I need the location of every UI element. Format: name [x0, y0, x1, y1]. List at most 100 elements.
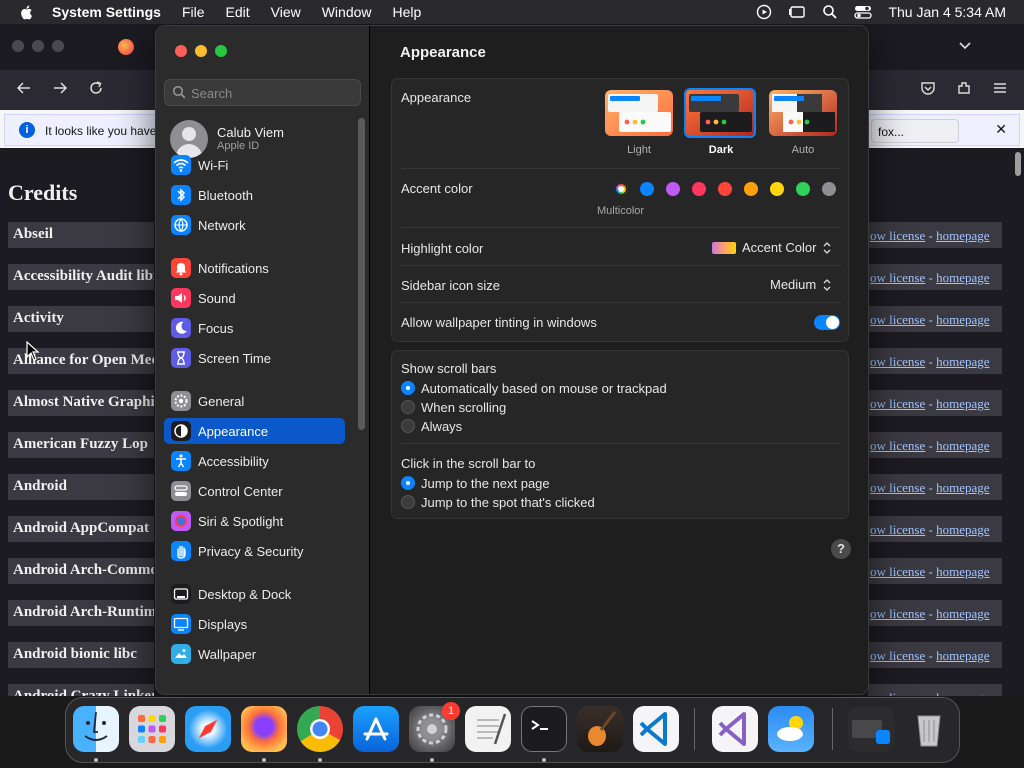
dock-app-store-icon[interactable] — [353, 706, 399, 752]
show-license-link[interactable]: ow license — [870, 690, 925, 696]
reload-icon[interactable] — [88, 80, 104, 96]
page-scrollbar[interactable] — [1015, 152, 1021, 176]
zoom-window-button[interactable] — [215, 45, 227, 57]
homepage-link[interactable]: homepage — [936, 270, 989, 285]
sidebar-scrollbar[interactable] — [358, 118, 365, 430]
scroll-bars-always-radio[interactable] — [401, 419, 415, 433]
homepage-link[interactable]: homepage — [936, 690, 989, 696]
back-icon[interactable] — [16, 80, 32, 96]
homepage-link[interactable]: homepage — [936, 480, 989, 495]
show-license-link[interactable]: ow license — [870, 228, 925, 243]
sidebar-item-bluetooth[interactable]: Bluetooth — [164, 182, 345, 208]
show-license-link[interactable]: ow license — [870, 396, 925, 411]
homepage-link[interactable]: homepage — [936, 228, 989, 243]
homepage-link[interactable]: homepage — [936, 354, 989, 369]
dock-downloads-stack-icon[interactable] — [848, 706, 894, 752]
homepage-link[interactable]: homepage — [936, 522, 989, 537]
show-license-link[interactable]: ow license — [870, 522, 925, 537]
homepage-link[interactable]: homepage — [936, 396, 989, 411]
minimize-window-button[interactable] — [195, 45, 207, 57]
dock-weather-icon[interactable] — [768, 706, 814, 752]
stage-manager-icon[interactable] — [788, 4, 806, 20]
dock-launchpad-icon[interactable] — [129, 706, 175, 752]
show-license-link[interactable]: ow license — [870, 564, 925, 579]
homepage-link[interactable]: homepage — [936, 606, 989, 621]
show-license-link[interactable]: ow license — [870, 354, 925, 369]
accent-swatch[interactable] — [718, 182, 732, 196]
appearance-auto-option[interactable] — [769, 90, 837, 136]
dock-vscode-icon[interactable] — [633, 706, 679, 752]
accent-swatch-multicolor[interactable] — [614, 182, 628, 196]
show-license-link[interactable]: ow license — [870, 648, 925, 663]
sidebar-item-general[interactable]: General — [164, 388, 345, 414]
close-window-button[interactable] — [175, 45, 187, 57]
jump-to-spot-radio[interactable] — [401, 495, 415, 509]
dock-garageband-icon[interactable] — [577, 706, 623, 752]
sidebar-item-focus[interactable]: Focus — [164, 315, 345, 341]
sidebar-item-screen-time[interactable]: Screen Time — [164, 345, 345, 371]
menu-clock[interactable]: Thu Jan 4 5:34 AM — [888, 4, 1006, 20]
sidebar-item-network[interactable]: Network — [164, 212, 345, 238]
dock-trash-icon[interactable] — [906, 706, 952, 752]
apple-logo-icon[interactable] — [18, 3, 36, 21]
notification-action-button[interactable]: fox... — [871, 119, 959, 143]
pocket-icon[interactable] — [920, 80, 936, 96]
sidebar-item-desktop-dock[interactable]: Desktop & Dock — [164, 581, 345, 607]
accent-swatch[interactable] — [770, 182, 784, 196]
wallpaper-tinting-toggle[interactable] — [814, 315, 840, 330]
extensions-icon[interactable] — [956, 80, 972, 96]
menu-app-name[interactable]: System Settings — [52, 4, 161, 20]
accent-swatch[interactable] — [796, 182, 810, 196]
screen-recording-icon[interactable] — [756, 4, 772, 20]
accent-swatch[interactable] — [640, 182, 654, 196]
menu-help[interactable]: Help — [393, 4, 422, 20]
menu-file[interactable]: File — [182, 4, 205, 20]
close-icon[interactable]: ✕ — [995, 121, 1007, 138]
sidebar-item-appearance[interactable]: Appearance — [164, 418, 345, 444]
dock-terminal-icon[interactable] — [521, 706, 567, 752]
sidebar-item-displays[interactable]: Displays — [164, 611, 345, 637]
accent-swatch[interactable] — [822, 182, 836, 196]
show-license-link[interactable]: ow license — [870, 438, 925, 453]
menu-window[interactable]: Window — [322, 4, 372, 20]
sidebar-item-wi-fi[interactable]: Wi-Fi — [164, 152, 345, 178]
help-button[interactable]: ? — [831, 539, 851, 559]
scroll-bars-automatic-radio[interactable] — [401, 381, 415, 395]
menu-edit[interactable]: Edit — [226, 4, 250, 20]
sidebar-item-siri-spotlight[interactable]: Siri & Spotlight — [164, 508, 345, 534]
menu-view[interactable]: View — [271, 4, 301, 20]
sidebar-item-accessibility[interactable]: Accessibility — [164, 448, 345, 474]
appearance-light-option[interactable] — [605, 90, 673, 136]
hamburger-menu-icon[interactable] — [992, 80, 1008, 96]
highlight-color-popup[interactable]: Accent Color — [712, 240, 832, 255]
dock-firefox-icon[interactable] — [241, 706, 287, 752]
spotlight-icon[interactable] — [822, 4, 838, 20]
show-license-link[interactable]: ow license — [870, 606, 925, 621]
homepage-link[interactable]: homepage — [936, 438, 989, 453]
sidebar-item-wallpaper[interactable]: Wallpaper — [164, 641, 345, 667]
accent-swatch[interactable] — [744, 182, 758, 196]
dock-chrome-icon[interactable] — [297, 706, 343, 752]
firefox-tab-icon[interactable] — [118, 39, 134, 55]
scroll-bars-when-scrolling-radio[interactable] — [401, 400, 415, 414]
show-license-link[interactable]: ow license — [870, 312, 925, 327]
homepage-link[interactable]: homepage — [936, 648, 989, 663]
homepage-link[interactable]: homepage — [936, 564, 989, 579]
sidebar-item-notifications[interactable]: Notifications — [164, 255, 345, 281]
browser-window-controls[interactable] — [12, 40, 64, 52]
sidebar-item-sound[interactable]: Sound — [164, 285, 345, 311]
tab-list-chevron-icon[interactable] — [958, 38, 972, 52]
dock-safari-icon[interactable] — [185, 706, 231, 752]
dock-visual-studio-icon[interactable] — [712, 706, 758, 752]
accent-swatch[interactable] — [692, 182, 706, 196]
dock-finder-icon[interactable] — [73, 706, 119, 752]
accent-swatch[interactable] — [666, 182, 680, 196]
sidebar-icon-size-popup[interactable]: Medium — [770, 277, 832, 292]
jump-next-page-radio[interactable] — [401, 476, 415, 490]
show-license-link[interactable]: ow license — [870, 480, 925, 495]
control-center-icon[interactable] — [854, 4, 873, 20]
sidebar-item-privacy-security[interactable]: Privacy & Security — [164, 538, 345, 564]
forward-icon[interactable] — [52, 80, 68, 96]
homepage-link[interactable]: homepage — [936, 312, 989, 327]
dock-textedit-icon[interactable] — [465, 706, 511, 752]
